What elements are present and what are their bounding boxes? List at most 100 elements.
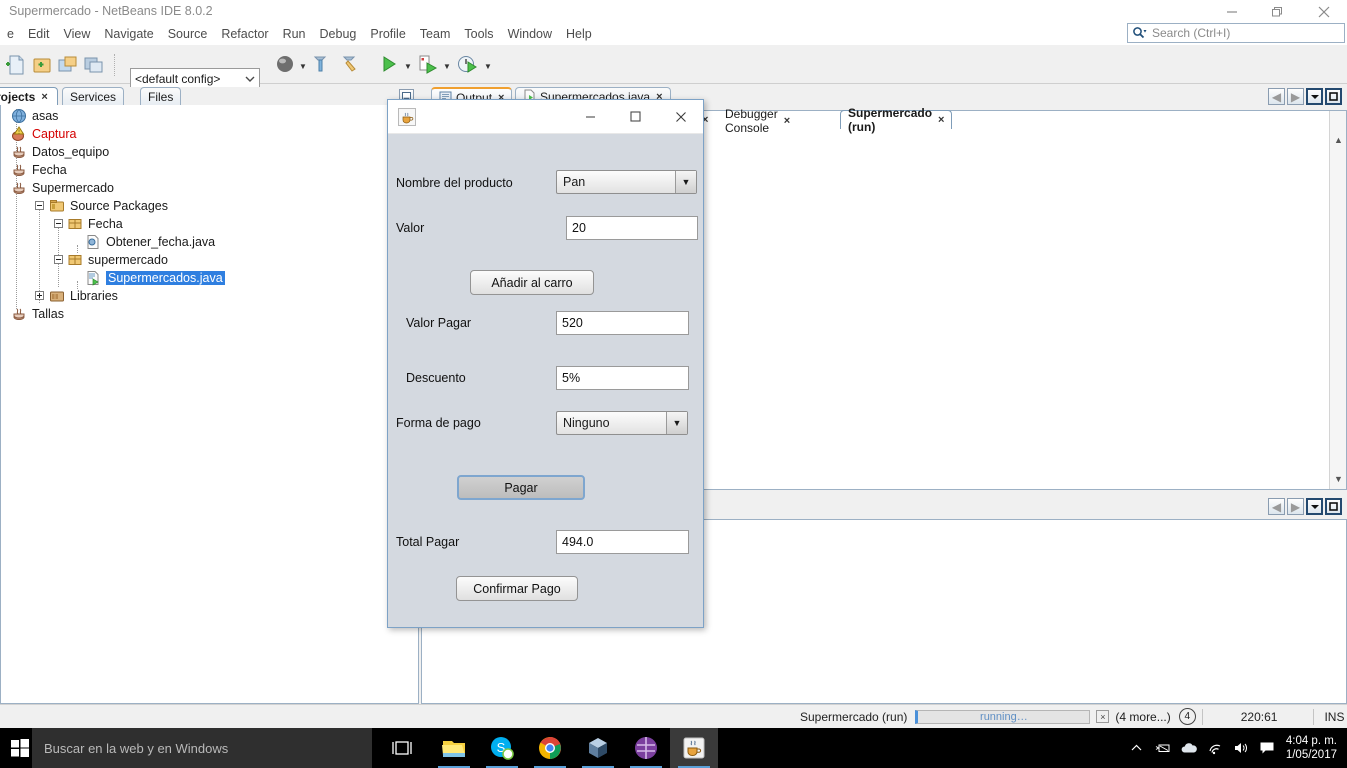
close-icon[interactable]: × <box>41 91 47 103</box>
close-icon[interactable]: × <box>938 114 944 126</box>
wifi-icon[interactable] <box>1202 728 1228 768</box>
search-input[interactable]: Search (Ctrl+I) <box>1127 23 1345 43</box>
chevron-left-icon[interactable]: ◀ <box>1268 88 1285 105</box>
tab-debugger-console[interactable]: Debugger Console × <box>718 107 797 135</box>
close-icon[interactable]: × <box>784 115 790 127</box>
menu-help[interactable]: Help <box>559 25 599 43</box>
maximize-icon[interactable] <box>613 100 658 133</box>
maximize-icon[interactable] <box>1325 88 1342 105</box>
tab-services[interactable]: Services <box>62 87 125 106</box>
debug-dropdown-caret[interactable]: ▼ <box>443 62 451 71</box>
expander-source-packages[interactable] <box>35 201 44 210</box>
build-dropdown-caret[interactable]: ▼ <box>299 62 307 71</box>
expander-libraries[interactable] <box>35 291 44 300</box>
chevron-down-icon[interactable]: ▼ <box>1330 470 1347 487</box>
forma-pago-select[interactable]: Ninguno ▼ <box>556 411 688 435</box>
action-center-icon[interactable] <box>1254 728 1280 768</box>
close-icon[interactable] <box>1301 0 1347 23</box>
producto-select[interactable]: Pan ▼ <box>556 170 697 194</box>
chevron-left-icon[interactable]: ◀ <box>1268 498 1285 515</box>
open-project-icon[interactable] <box>56 53 80 77</box>
taskbar-search-input[interactable]: Buscar en la web y en Windows <box>32 728 372 768</box>
chevron-up-icon[interactable]: ▲ <box>1330 131 1347 148</box>
tree-node-asas[interactable]: asas <box>11 107 58 125</box>
menu-run[interactable]: Run <box>276 25 313 43</box>
skype-icon[interactable]: S <box>478 728 526 768</box>
tab-files[interactable]: Files <box>140 87 182 106</box>
java-app-icon[interactable] <box>670 728 718 768</box>
cancel-task-button[interactable]: × <box>1096 710 1110 723</box>
tree-node-fecha-project[interactable]: Fecha <box>11 161 67 179</box>
menu-debug[interactable]: Debug <box>313 25 364 43</box>
chevron-down-icon[interactable] <box>1306 88 1323 105</box>
tab-projects[interactable]: rojects × <box>0 87 58 106</box>
clean-build-icon[interactable] <box>310 53 334 77</box>
close-icon[interactable] <box>658 100 703 133</box>
output-vertical-scrollbar[interactable]: ▲ ▼ <box>1329 111 1346 489</box>
tree-node-datos-equipo[interactable]: Datos_equipo <box>11 143 109 161</box>
menu-tools[interactable]: Tools <box>457 25 500 43</box>
tree-node-supermercados-java[interactable]: Supermercados.java <box>63 269 225 287</box>
chrome-icon[interactable] <box>526 728 574 768</box>
confirmar-pago-button[interactable]: Confirmar Pago <box>456 576 578 601</box>
tree-node-package-supermercado[interactable]: supermercado <box>67 251 168 269</box>
menu-profile[interactable]: Profile <box>363 25 412 43</box>
minimize-icon[interactable] <box>1209 0 1255 23</box>
profile-icon[interactable] <box>456 53 480 77</box>
expander-package-fecha[interactable] <box>54 219 63 228</box>
virtualbox-icon[interactable] <box>574 728 622 768</box>
menu-window[interactable]: Window <box>501 25 559 43</box>
volume-icon[interactable] <box>1228 728 1254 768</box>
status-badge[interactable]: 4 <box>1178 708 1196 725</box>
descuento-input[interactable]: 5% <box>556 366 689 390</box>
total-pagar-input[interactable]: 494.0 <box>556 530 689 554</box>
tree-node-libraries[interactable]: Libraries <box>49 287 118 305</box>
chevron-down-icon[interactable] <box>1306 498 1323 515</box>
tree-node-source-packages[interactable]: Source Packages <box>49 197 168 215</box>
show-hidden-icons-icon[interactable] <box>1124 728 1150 768</box>
clean-icon[interactable] <box>340 53 364 77</box>
menu-source[interactable]: Source <box>161 25 215 43</box>
chevron-down-icon[interactable]: ▼ <box>675 171 696 193</box>
chevron-right-icon[interactable]: ▶ <box>1287 88 1304 105</box>
tree-node-captura[interactable]: ! Captura <box>11 125 76 143</box>
netbeans-icon[interactable] <box>622 728 670 768</box>
new-file-icon[interactable] <box>4 53 28 77</box>
onedrive-icon[interactable] <box>1176 728 1202 768</box>
configuration-select[interactable]: <default config> <box>130 68 260 89</box>
expander-package-supermercado[interactable] <box>54 255 63 264</box>
pagar-button[interactable]: Pagar <box>457 475 585 500</box>
anadir-al-carro-button[interactable]: Añadir al carro <box>470 270 594 295</box>
run-icon[interactable] <box>378 53 402 77</box>
clock[interactable]: 4:04 p. m. 1/05/2017 <box>1280 734 1347 762</box>
valor-pagar-input[interactable]: 520 <box>556 311 689 335</box>
chevron-down-icon[interactable]: ▼ <box>666 412 687 434</box>
restore-icon[interactable] <box>1255 0 1301 23</box>
tree-node-obtener-fecha-java[interactable]: Obtener_fecha.java <box>63 233 215 251</box>
projects-explorer[interactable]: asas ! Captura Datos_equipo Fecha Superm… <box>0 105 419 704</box>
task-view-icon[interactable] <box>378 728 426 768</box>
menu-navigate[interactable]: Navigate <box>97 25 160 43</box>
tree-node-package-fecha[interactable]: Fecha <box>67 215 123 233</box>
menu-edit[interactable]: Edit <box>21 25 57 43</box>
build-icon[interactable] <box>274 53 298 77</box>
save-all-icon[interactable] <box>82 53 106 77</box>
progress-bar[interactable]: running… <box>915 709 1091 724</box>
file-explorer-icon[interactable] <box>430 728 478 768</box>
menu-view[interactable]: View <box>57 25 98 43</box>
menu-team[interactable]: Team <box>413 25 458 43</box>
menu-file[interactable]: e <box>0 25 21 43</box>
chevron-right-icon[interactable]: ▶ <box>1287 498 1304 515</box>
new-project-icon[interactable] <box>30 53 54 77</box>
minimize-icon[interactable] <box>568 100 613 133</box>
maximize-icon[interactable] <box>1325 498 1342 515</box>
run-dropdown-caret[interactable]: ▼ <box>404 62 412 71</box>
status-more-label[interactable]: (4 more...) <box>1115 710 1170 724</box>
tree-node-supermercado-project[interactable]: Supermercado <box>11 179 114 197</box>
profile-dropdown-caret[interactable]: ▼ <box>484 62 492 71</box>
battery-icon[interactable] <box>1150 728 1176 768</box>
tab-supermercado-run[interactable]: Supermercado (run) × <box>840 106 953 134</box>
valor-input[interactable]: 20 <box>566 216 698 240</box>
menu-refactor[interactable]: Refactor <box>214 25 275 43</box>
debug-icon[interactable] <box>417 53 441 77</box>
